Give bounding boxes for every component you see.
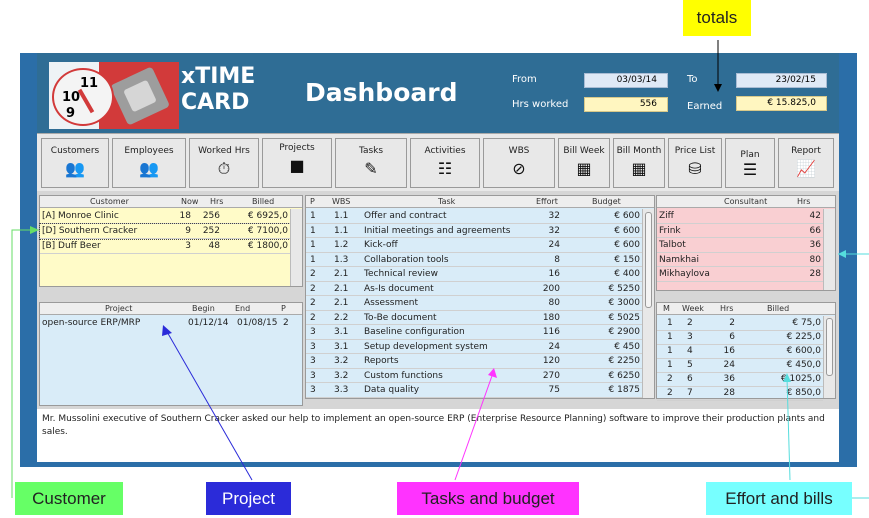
callout-lines xyxy=(11,40,869,499)
callout-totals: totals xyxy=(683,0,751,36)
customer-pointer xyxy=(11,229,39,498)
project-arrowhead xyxy=(162,325,172,336)
callout-project: Project xyxy=(206,482,291,515)
callout-effort: Effort and bills xyxy=(706,482,852,515)
tasks-pointer xyxy=(454,372,494,481)
totals-arrowhead xyxy=(714,84,722,92)
callout-tasks: Tasks and budget xyxy=(397,482,579,515)
tasks-arrowhead xyxy=(488,368,497,378)
project-pointer xyxy=(165,329,253,481)
effort-arrowhead xyxy=(783,373,791,382)
effort-pointer xyxy=(786,377,791,481)
callout-customer: Customer xyxy=(15,482,123,515)
consultant-arrowhead xyxy=(838,250,846,258)
customer-arrowhead xyxy=(30,226,39,234)
